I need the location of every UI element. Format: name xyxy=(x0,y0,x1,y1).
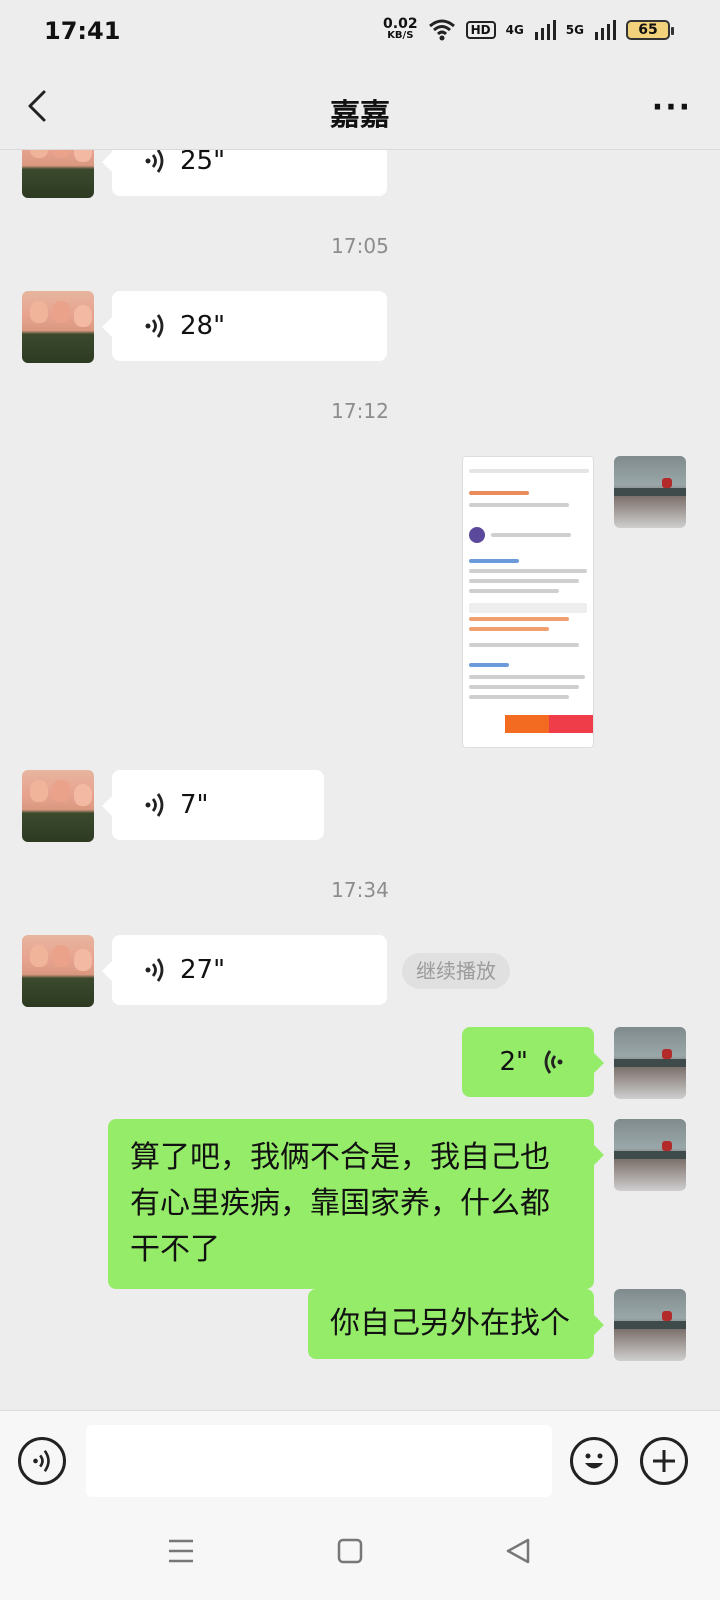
signal-icon xyxy=(534,20,556,40)
timestamp: 17:34 xyxy=(331,878,389,902)
voice-duration: 27" xyxy=(180,955,226,985)
voice-message[interactable]: 25" xyxy=(102,150,387,196)
voice-duration: 25" xyxy=(180,150,226,176)
voice-message[interactable]: 27" xyxy=(102,935,387,1005)
more-functions-button[interactable] xyxy=(640,1437,688,1485)
hd-icon: HD xyxy=(465,21,496,39)
text-message-sent[interactable]: 你自己另外在找个 xyxy=(308,1289,604,1359)
network-4g-icon: 4G xyxy=(505,23,524,37)
smiley-icon xyxy=(585,1453,603,1469)
voice-duration: 7" xyxy=(180,790,209,820)
voice-wave-icon xyxy=(33,1450,50,1472)
text-message-sent[interactable]: 算了吧，我俩不合是，我自己也有心里疾病，靠国家养，什么都干不了 xyxy=(108,1119,604,1289)
voice-message[interactable]: 7" xyxy=(102,770,324,840)
contact-avatar[interactable] xyxy=(22,935,94,1007)
status-time: 17:41 xyxy=(44,17,121,45)
contact-avatar[interactable] xyxy=(22,150,94,198)
my-avatar[interactable] xyxy=(614,456,686,528)
voice-duration: 28" xyxy=(180,311,226,341)
wifi-icon xyxy=(428,19,455,41)
continue-playing-button[interactable]: 继续播放 xyxy=(402,953,510,989)
status-icons: 0.02 KB/S HD 4G 5G 65 xyxy=(383,16,674,42)
network-speed: 0.02 KB/S xyxy=(383,16,418,41)
more-options-button[interactable]: ··· xyxy=(652,90,692,125)
my-avatar[interactable] xyxy=(614,1119,686,1191)
voice-duration: 2" xyxy=(499,1047,528,1077)
voice-wave-icon xyxy=(145,150,164,173)
image-message[interactable] xyxy=(462,456,594,748)
thumb-logo-icon xyxy=(469,527,485,543)
battery-indicator: 65 xyxy=(626,20,674,40)
back-triangle-icon[interactable] xyxy=(504,1536,532,1566)
chat-header: 嘉嘉 ··· xyxy=(0,64,720,150)
voice-input-button[interactable] xyxy=(18,1437,66,1485)
signal-icon-2 xyxy=(595,20,616,40)
network-5g-icon: 5G xyxy=(565,23,584,37)
voice-message[interactable]: 28" xyxy=(102,291,387,361)
chat-title: 嘉嘉 xyxy=(330,98,390,133)
timestamp: 17:05 xyxy=(331,234,389,258)
message-input[interactable] xyxy=(86,1425,552,1497)
voice-wave-icon xyxy=(145,958,164,982)
message-list[interactable]: 25" 17:05 28" 17:12 7" 17:34 27" 继续播放 2"… xyxy=(0,150,720,1410)
system-nav-bar xyxy=(0,1510,720,1600)
timestamp: 17:12 xyxy=(331,399,389,423)
my-avatar[interactable] xyxy=(614,1289,686,1361)
status-bar: 17:41 0.02 KB/S HD 4G 5G 65 xyxy=(0,0,720,64)
input-bar xyxy=(0,1410,720,1510)
voice-wave-icon xyxy=(145,314,164,338)
my-avatar[interactable] xyxy=(614,1027,686,1099)
emoji-button[interactable] xyxy=(570,1437,618,1485)
voice-message-sent[interactable]: 2" xyxy=(462,1027,604,1097)
menu-icon[interactable] xyxy=(166,1536,196,1566)
voice-wave-icon xyxy=(544,1050,563,1074)
home-icon[interactable] xyxy=(336,1536,364,1566)
contact-avatar[interactable] xyxy=(22,291,94,363)
contact-avatar[interactable] xyxy=(22,770,94,842)
plus-icon xyxy=(653,1450,675,1472)
voice-wave-icon xyxy=(145,793,164,817)
network-speed-unit: KB/S xyxy=(387,30,414,41)
